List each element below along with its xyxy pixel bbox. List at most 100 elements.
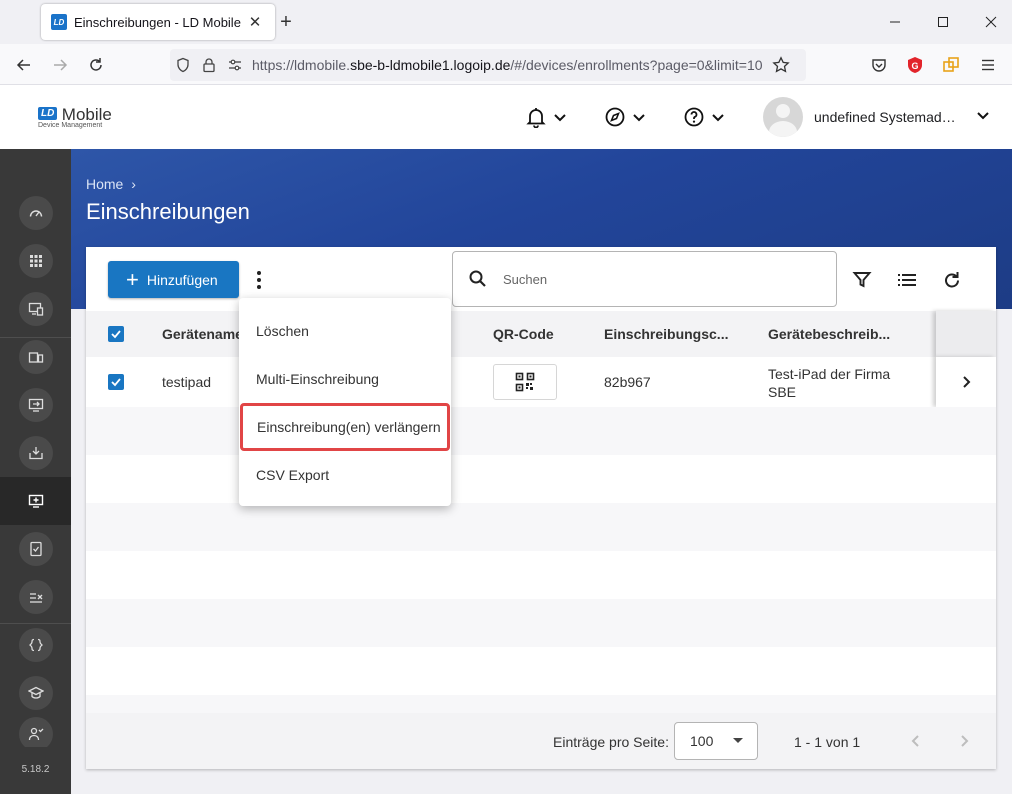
svg-text:G: G — [911, 61, 918, 71]
search-field[interactable] — [452, 251, 837, 307]
app-version: 5.18.2 — [21, 764, 50, 775]
breadcrumb-home[interactable]: Home — [86, 176, 123, 192]
menu-item-csv-export[interactable]: CSV Export — [239, 451, 451, 499]
extension-icon[interactable] — [938, 52, 964, 78]
more-actions-menu: Löschen Multi-Einschreibung Einschreibun… — [239, 298, 451, 506]
sidebar-item-enrollments[interactable] — [0, 477, 71, 525]
help-button[interactable] — [683, 105, 726, 129]
refresh-icon — [945, 272, 959, 288]
dashboard-icon — [29, 210, 42, 217]
column-header-enrollment-code[interactable]: Einschreibungsc... — [604, 326, 728, 342]
column-header-device-name[interactable]: Gerätename — [162, 326, 243, 342]
tracking-protection-icon[interactable] — [170, 52, 196, 78]
per-page-select[interactable]: 100 — [674, 722, 758, 760]
more-actions-button[interactable] — [249, 267, 269, 293]
previous-page-button[interactable] — [904, 729, 928, 753]
refresh-button[interactable] — [939, 267, 965, 293]
sidebar-item-devices[interactable] — [0, 333, 71, 381]
sidebar-item-apps[interactable] — [0, 237, 71, 285]
rules-icon — [29, 593, 42, 603]
cell-description: Test-iPad der Firma SBE — [768, 366, 891, 400]
sidebar-item-training[interactable] — [0, 669, 71, 717]
bell-icon — [526, 108, 546, 128]
chevron-left-icon — [911, 735, 919, 747]
filter-button[interactable] — [849, 267, 875, 293]
column-header-qr-code[interactable]: QR-Code — [493, 326, 554, 342]
reload-button[interactable] — [83, 52, 109, 78]
device-download-icon — [28, 447, 43, 460]
app-menu-icon[interactable] — [975, 52, 1001, 78]
list-icon — [898, 274, 916, 286]
new-tab-button[interactable]: + — [276, 12, 296, 32]
devices-icon — [28, 352, 43, 363]
row-checkbox[interactable] — [108, 374, 124, 390]
permissions-icon[interactable] — [222, 52, 248, 78]
sidebar-item-device-management[interactable] — [0, 285, 71, 333]
enrollment-icon — [28, 494, 43, 508]
avatar[interactable] — [763, 97, 803, 137]
lock-icon[interactable] — [196, 52, 222, 78]
url-text: https://ldmobile.sbe-b-ldmobile1.logoip.… — [252, 57, 763, 73]
table-footer: Einträge pro Seite: 100 1 - 1 von 1 — [86, 713, 996, 769]
logo-subtitle: Device Management — [38, 122, 103, 129]
breadcrumb: Home › — [86, 176, 136, 192]
table-row[interactable]: testipad 82b967 Test-iPad der Firma SBE — [86, 357, 996, 407]
compass-icon — [605, 107, 625, 127]
minimize-window-button[interactable] — [883, 10, 907, 34]
training-icon — [27, 686, 44, 699]
sidebar-item-device-download[interactable] — [0, 429, 71, 477]
column-header-description[interactable]: Gerätebeschreib... — [768, 326, 890, 342]
app-header: LD Mobile Device Management undefined Sy… — [0, 85, 1012, 149]
device-management-icon — [28, 302, 43, 316]
ld-favicon-icon: LD — [51, 14, 67, 30]
bookmark-star-icon[interactable] — [768, 52, 794, 78]
tab-title: Einschreibungen - LD Mobile — [74, 14, 241, 30]
maximize-window-button[interactable] — [931, 10, 955, 34]
close-tab-icon[interactable]: ✕ — [245, 12, 265, 32]
menu-item-multi-enrollment[interactable]: Multi-Einschreibung — [239, 355, 451, 403]
browser-nav-bar: https://ldmobile.sbe-b-ldmobile1.logoip.… — [0, 44, 1012, 85]
sidebar-item-compliance[interactable] — [0, 525, 71, 573]
enrollments-table-card: + Hinzufügen Gerätename QR-Code — [86, 247, 996, 769]
cell-device-name: testipad — [162, 374, 212, 390]
sidebar-item-rules[interactable] — [0, 573, 71, 621]
sidebar-item-dashboard[interactable] — [0, 189, 71, 237]
sidebar: 5.18.2 — [0, 149, 71, 794]
next-page-button[interactable] — [952, 729, 976, 753]
browser-tab[interactable]: LD Einschreibungen - LD Mobile ✕ — [41, 4, 275, 40]
search-icon — [453, 251, 503, 307]
add-button[interactable]: + Hinzufügen — [108, 261, 239, 298]
menu-item-extend-enrollments[interactable]: Einschreibung(en) verlängern — [240, 403, 450, 451]
apps-grid-icon — [29, 255, 42, 267]
qr-code-icon — [515, 372, 535, 392]
row-detail-button[interactable] — [936, 357, 996, 407]
user-menu-chevron-icon[interactable] — [975, 107, 991, 128]
chevron-right-icon — [963, 376, 971, 388]
explore-button[interactable] — [604, 105, 647, 129]
breadcrumb-separator-icon: › — [131, 176, 136, 192]
pocket-icon[interactable] — [866, 52, 892, 78]
main-content: Home › Einschreibungen + Hinzufügen Such… — [71, 149, 1012, 794]
back-button[interactable] — [11, 52, 37, 78]
forward-button[interactable] — [47, 52, 73, 78]
sidebar-item-device-import[interactable] — [0, 381, 71, 429]
sidebar-item-scripts[interactable] — [0, 621, 71, 669]
menu-item-delete[interactable]: Löschen — [239, 307, 451, 355]
app-logo[interactable]: LD Mobile Device Management — [38, 105, 112, 129]
cell-enrollment-code: 82b967 — [604, 374, 651, 390]
select-all-checkbox[interactable] — [108, 326, 124, 342]
columns-button[interactable] — [894, 267, 920, 293]
user-name[interactable]: undefined Systemadministrator — [814, 109, 966, 125]
scripts-icon — [28, 638, 43, 652]
sidebar-item-users[interactable] — [0, 717, 71, 747]
gdata-extension-icon[interactable]: G — [902, 52, 928, 78]
add-button-label: Hinzufügen — [146, 271, 218, 288]
notifications-button[interactable] — [525, 105, 568, 129]
filter-icon — [852, 272, 872, 288]
close-window-button[interactable] — [979, 10, 1003, 34]
compliance-icon — [29, 541, 42, 557]
qr-code-button[interactable] — [493, 364, 557, 400]
url-bar[interactable]: https://ldmobile.sbe-b-ldmobile1.logoip.… — [170, 49, 806, 81]
search-input[interactable] — [503, 264, 823, 294]
plus-icon: + — [126, 266, 139, 292]
